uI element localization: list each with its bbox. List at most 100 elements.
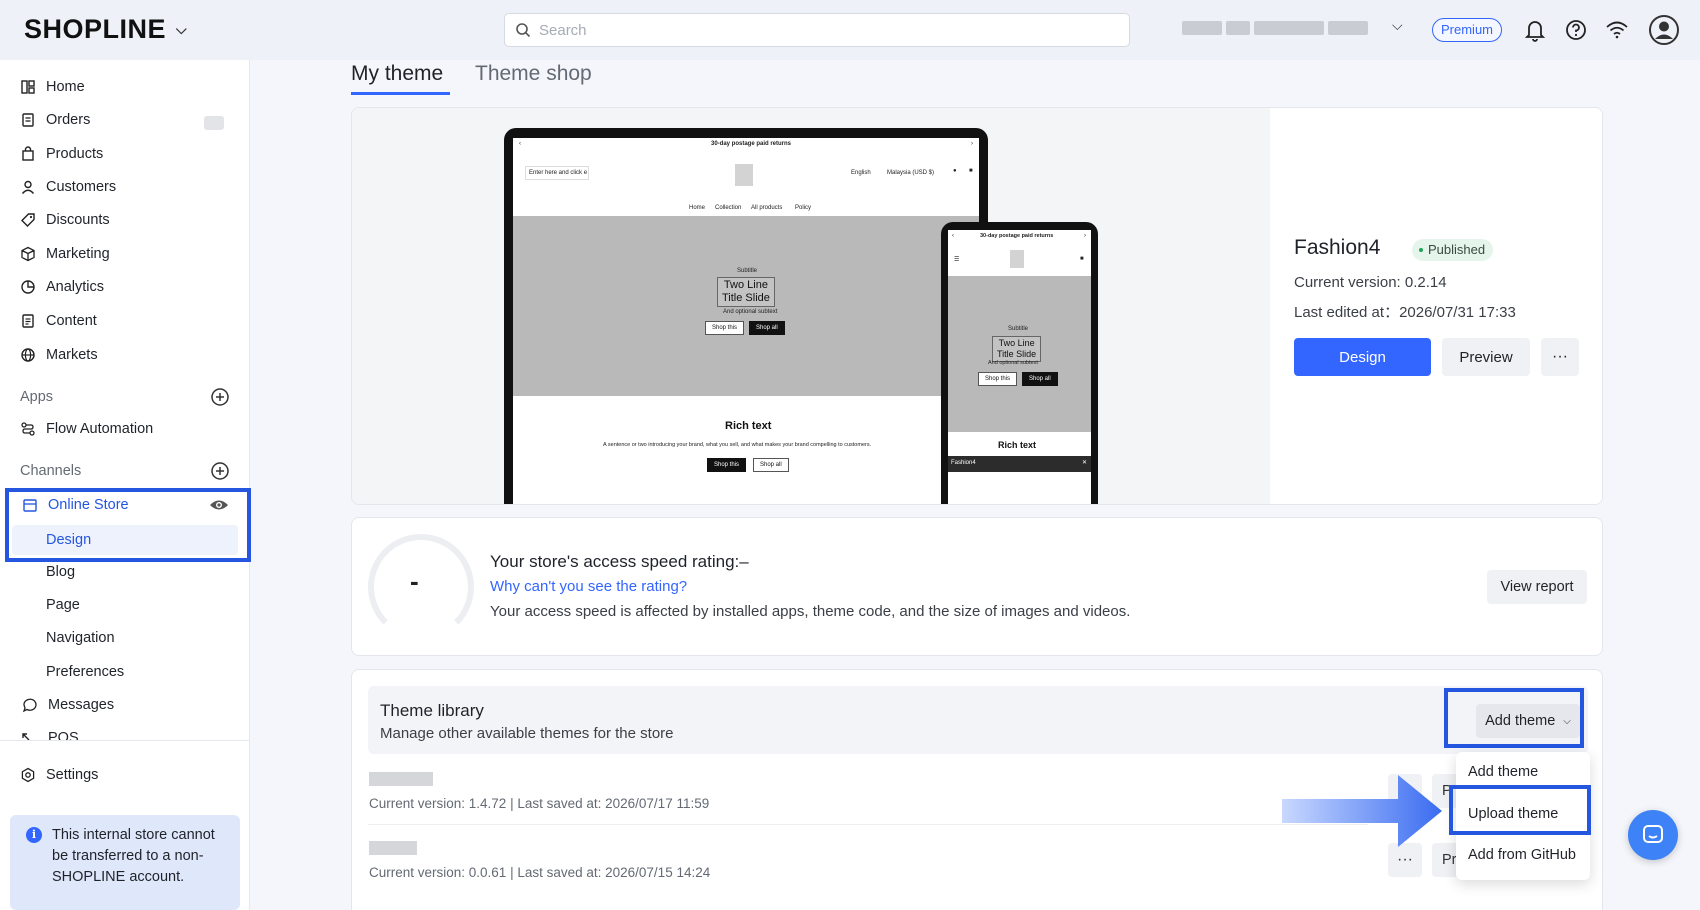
sidebar-item-flow-automation[interactable]: Flow Automation — [20, 414, 230, 444]
channels-section-label: Channels — [20, 463, 82, 479]
sidebar-item-customers[interactable]: Customers — [20, 172, 230, 202]
phone-preview: 30-day postage paid returns ‹ › ☰ ■ Subt… — [941, 222, 1098, 504]
library-theme-name-blurred — [369, 772, 433, 786]
speed-gauge — [368, 534, 474, 640]
chat-support-button[interactable] — [1628, 810, 1678, 860]
add-channel-icon[interactable] — [210, 461, 230, 481]
sidebar-item-products[interactable]: Products — [20, 139, 230, 169]
tab-theme-shop[interactable]: Theme shop — [475, 62, 592, 96]
laptop-screen: 30-day postage paid returns ‹ › Enter he… — [513, 138, 979, 504]
phone-cart-icon: ■ — [1080, 256, 1084, 262]
preview-user-icon: ● — [953, 168, 957, 174]
phone-screen: 30-day postage paid returns ‹ › ☰ ■ Subt… — [948, 230, 1091, 504]
announcement-bar: 30-day postage paid returns — [711, 141, 792, 147]
speed-help-link[interactable]: Why can't you see the rating? — [490, 578, 687, 595]
theme-version: Current version: 0.2.14 — [1294, 274, 1447, 291]
sidebar-item-pos[interactable]: POS — [20, 728, 230, 740]
preview-slide-title: Two Line Title Slide — [717, 277, 775, 307]
orders-icon — [22, 113, 34, 127]
bell-icon[interactable] — [1522, 17, 1548, 43]
sidebar-item-label: Orders — [46, 112, 91, 128]
view-report-button[interactable]: View report — [1487, 570, 1587, 604]
add-app-icon[interactable] — [210, 387, 230, 407]
theme-library-header: Theme library Manage other available the… — [368, 686, 1588, 754]
sidebar-item-label: Markets — [46, 347, 98, 363]
phone-slide-title: Two Line Title Slide — [992, 336, 1042, 362]
preview-logo-blurred — [735, 164, 753, 186]
theme-preview-area[interactable]: 30-day postage paid returns ‹ › Enter he… — [352, 108, 1270, 504]
cube-icon — [21, 246, 35, 262]
theme-library-subtitle: Manage other available themes for the st… — [380, 725, 674, 742]
sidebar-item-settings[interactable]: Settings — [20, 760, 230, 790]
shopline-logo[interactable]: SHOPLINE ⌵ — [24, 14, 187, 45]
store-chevron-icon[interactable]: ⌵ — [1392, 17, 1403, 34]
current-theme-card: 30-day postage paid returns ‹ › Enter he… — [351, 107, 1603, 505]
more-options-button[interactable]: ··· — [1541, 338, 1579, 376]
search-bar[interactable] — [504, 13, 1130, 47]
phone-announcement: 30-day postage paid returns — [980, 233, 1054, 239]
notice-text: This internal store cannot be transferre… — [52, 827, 215, 885]
sidebar-item-marketing[interactable]: Marketing — [20, 239, 230, 269]
sidebar-item-page[interactable]: Page — [46, 590, 80, 620]
sidebar-item-preferences[interactable]: Preferences — [46, 657, 124, 687]
theme-last-edited: Last edited at：2026/07/31 17:33 — [1294, 304, 1516, 321]
speed-gauge-value: - — [410, 566, 419, 596]
sidebar-item-label: Content — [46, 313, 97, 329]
sidebar-item-discounts[interactable]: Discounts — [20, 205, 230, 235]
library-row-divider — [368, 824, 1368, 825]
sidebar-item-label: Analytics — [46, 279, 105, 295]
pos-icon — [22, 733, 30, 740]
sidebar-item-label: Customers — [46, 179, 117, 195]
search-input[interactable] — [539, 21, 1099, 39]
design-button[interactable]: Design — [1294, 338, 1431, 376]
wifi-icon[interactable] — [1604, 17, 1630, 43]
sidebar-item-label: Products — [46, 146, 104, 162]
theme-name: Fashion4 — [1294, 236, 1381, 259]
announcement-prev-icon: ‹ — [519, 141, 521, 147]
tab-active-underline — [351, 92, 450, 95]
pie-chart-icon — [21, 280, 35, 294]
dropdown-add-from-github[interactable]: Add from GitHub — [1468, 847, 1576, 863]
sidebar-item-messages[interactable]: Messages — [22, 690, 232, 720]
preview-button[interactable]: Preview — [1442, 338, 1530, 376]
preview-search-text: Enter here and click e — [529, 170, 588, 176]
preview-rich-shop-this: Shop this — [707, 458, 747, 472]
sidebar-item-markets[interactable]: Markets — [20, 340, 230, 370]
flow-icon — [21, 422, 35, 436]
tag-icon — [21, 213, 35, 227]
top-bar: SHOPLINE ⌵ ⌵ Premium — [0, 0, 1700, 60]
tab-my-theme[interactable]: My theme — [351, 62, 443, 96]
phone-rich-text: Rich text — [998, 440, 1037, 450]
sidebar-item-content[interactable]: Content — [20, 306, 230, 336]
sidebar-item-analytics[interactable]: Analytics — [20, 272, 230, 302]
preview-slide-sub: And optional subtext — [723, 309, 778, 315]
avatar[interactable] — [1648, 14, 1680, 46]
sidebar-item-navigation[interactable]: Navigation — [46, 623, 115, 653]
document-icon — [22, 314, 34, 328]
theme-info-panel: Fashion4 Published Current version: 0.2.… — [1270, 108, 1602, 504]
phone-next-icon: › — [1084, 233, 1086, 239]
preview-subtitle: Subtitle — [737, 268, 758, 274]
online-store-highlight-box — [5, 488, 251, 562]
store-name-blurred[interactable] — [1182, 21, 1382, 39]
dropdown-add-theme[interactable]: Add theme — [1468, 764, 1538, 780]
upload-theme-highlight-box — [1449, 785, 1591, 835]
phone-shop-this: Shop this — [978, 372, 1018, 386]
sidebar-item-label: Marketing — [46, 246, 110, 262]
library-row-more-button[interactable]: ··· — [1388, 843, 1422, 877]
search-icon — [516, 23, 531, 38]
apps-section-label: Apps — [20, 389, 54, 405]
sidebar-item-home[interactable]: Home — [20, 72, 230, 102]
help-icon[interactable] — [1563, 17, 1589, 43]
internal-store-notice: i This internal store cannot be transfer… — [10, 815, 240, 910]
library-theme-name-blurred — [369, 841, 417, 855]
preview-rich-text-desc: A sentence or two introducing your brand… — [603, 442, 872, 448]
info-icon: i — [26, 827, 42, 843]
library-theme-meta: Current version: 1.4.72 | Last saved at:… — [369, 796, 710, 811]
bag-icon — [22, 146, 34, 161]
theme-library-title: Theme library — [380, 701, 484, 720]
gear-icon — [21, 767, 35, 783]
premium-badge[interactable]: Premium — [1432, 18, 1503, 42]
chat-icon — [1643, 825, 1663, 843]
sidebar-item-orders[interactable]: Orders — [20, 105, 230, 135]
